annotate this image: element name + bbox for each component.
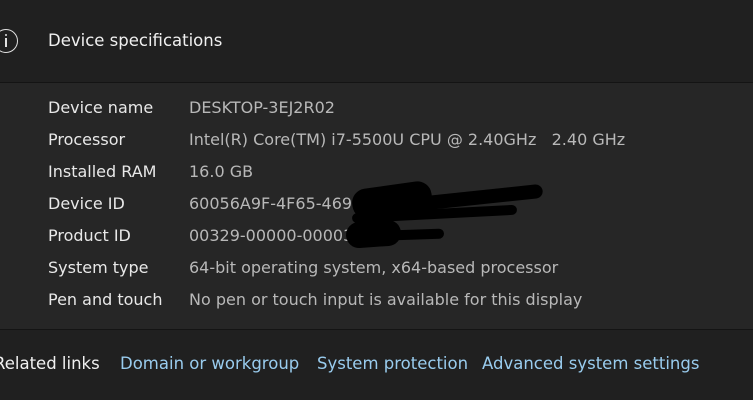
spec-row-installed-ram: Installed RAM 16.0 GB — [48, 162, 748, 184]
specs-panel: Device name DESKTOP-3EJ2R02 Processor In… — [0, 83, 753, 329]
spec-value: 16.0 GB — [189, 162, 254, 181]
spec-label: System type — [48, 258, 149, 277]
spec-value: 64-bit operating system, x64-based proce… — [189, 258, 559, 277]
spec-row-pen-and-touch: Pen and touch No pen or touch input is a… — [48, 290, 748, 312]
spec-value: 00329-00000-00003-A — [189, 226, 370, 245]
spec-value: Intel(R) Core(TM) i7-5500U CPU @ 2.40GHz… — [189, 130, 626, 149]
device-specifications-header[interactable]: Device specifications — [0, 0, 753, 83]
spec-value: 60056A9F-4F65-469 — [189, 194, 353, 213]
spec-label: Product ID — [48, 226, 131, 245]
spec-label: Device name — [48, 98, 154, 117]
system-about-window: Device specifications Device name DESKTO… — [0, 0, 753, 400]
info-icon — [0, 29, 18, 53]
domain-or-workgroup-link[interactable]: Domain or workgroup — [120, 354, 299, 373]
spec-value: DESKTOP-3EJ2R02 — [189, 98, 335, 117]
spec-row-device-name: Device name DESKTOP-3EJ2R02 — [48, 98, 748, 120]
spec-row-processor: Processor Intel(R) Core(TM) i7-5500U CPU… — [48, 130, 748, 152]
spec-label: Pen and touch — [48, 290, 163, 309]
spec-label: Processor — [48, 130, 126, 149]
related-links-bar: Related links Domain or workgroup System… — [0, 330, 753, 400]
spec-label: Device ID — [48, 194, 125, 213]
spec-label: Installed RAM — [48, 162, 157, 181]
related-links-title: Related links — [0, 354, 100, 373]
spec-row-system-type: System type 64-bit operating system, x64… — [48, 258, 748, 280]
spec-value: No pen or touch input is available for t… — [189, 290, 583, 309]
advanced-system-settings-link[interactable]: Advanced system settings — [482, 354, 699, 373]
section-title: Device specifications — [48, 31, 223, 50]
system-protection-link[interactable]: System protection — [317, 354, 468, 373]
